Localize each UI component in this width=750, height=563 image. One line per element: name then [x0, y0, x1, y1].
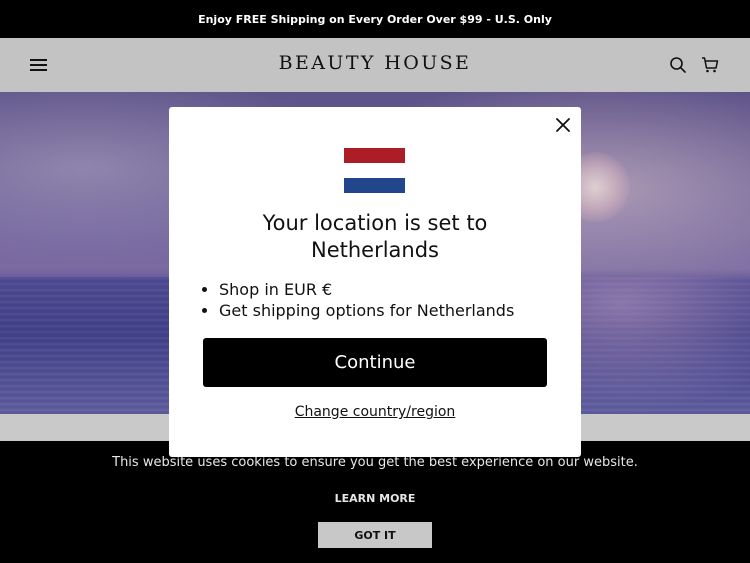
announcement-bar: Enjoy FREE Shipping on Every Order Over … [0, 0, 750, 38]
bullet-currency: Shop in EUR € [219, 279, 561, 300]
location-modal: Your location is set to Netherlands Shop… [169, 107, 581, 457]
modal-bullet-list: Shop in EUR € Get shipping options for N… [201, 279, 561, 321]
announcement-text: Enjoy FREE Shipping on Every Order Over … [198, 12, 552, 26]
cookie-message: This website uses cookies to ensure you … [112, 455, 638, 470]
site-header: BEAUTY HOUSE [0, 38, 750, 92]
search-icon[interactable] [669, 56, 687, 74]
bullet-shipping: Get shipping options for Netherlands [219, 300, 561, 321]
modal-title-line2: Netherlands [310, 238, 439, 262]
cart-icon[interactable] [701, 56, 719, 74]
continue-button[interactable]: Continue [203, 338, 547, 387]
netherlands-flag [344, 148, 405, 193]
got-it-button[interactable]: GOT IT [318, 522, 432, 548]
modal-title: Your location is set to Netherlands [169, 210, 581, 264]
close-icon[interactable] [555, 117, 571, 133]
cookie-banner: This website uses cookies to ensure you … [0, 441, 750, 563]
modal-title-line1: Your location is set to [262, 211, 488, 235]
learn-more-link[interactable]: LEARN MORE [0, 492, 750, 505]
site-logo[interactable]: BEAUTY HOUSE [0, 52, 750, 74]
change-country-link[interactable]: Change country/region [169, 404, 581, 420]
